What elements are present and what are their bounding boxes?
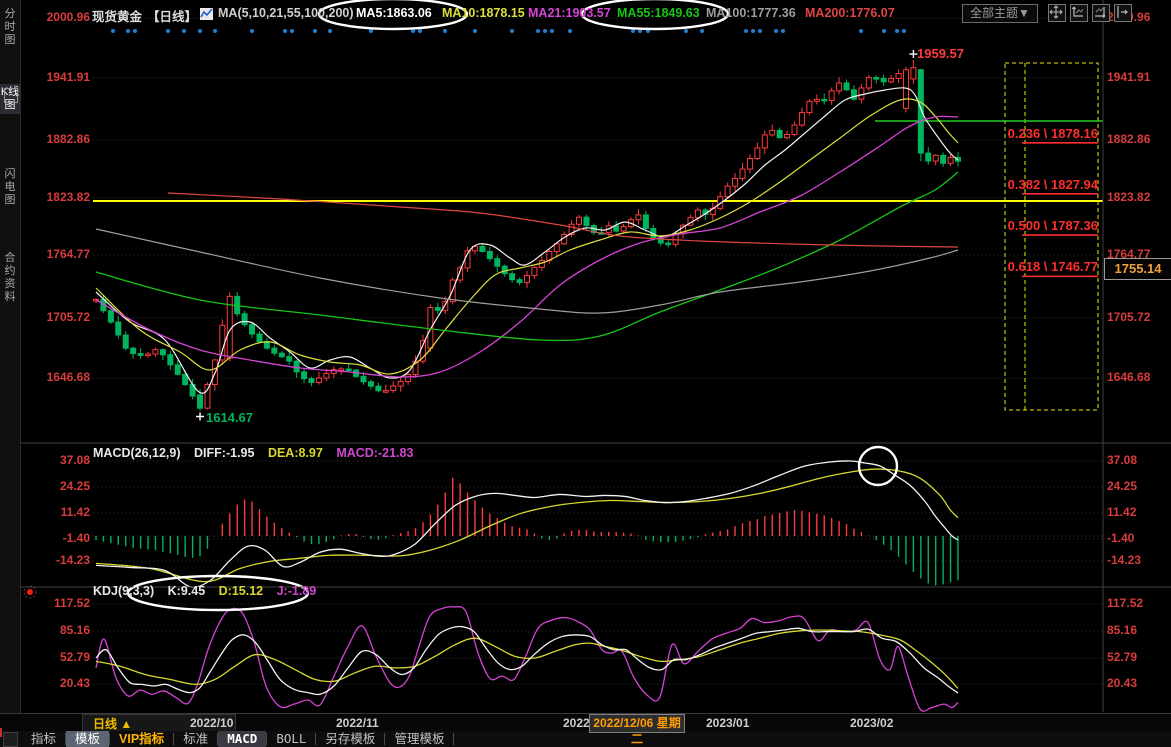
event-dot-icon (859, 29, 863, 33)
event-dot-icon (543, 29, 547, 33)
month-label: 2022/11 (336, 716, 379, 730)
chart-canvas[interactable] (0, 0, 1171, 713)
tab-templates[interactable]: 模板 (66, 731, 109, 747)
event-dot-icon (684, 29, 688, 33)
diff-line (96, 461, 958, 587)
event-dot-icon (550, 29, 554, 33)
fib-level-label: 0.500 \ 1787.36 (908, 218, 1098, 233)
period-tag: 【日线】 (147, 6, 197, 25)
axis-right-icon[interactable] (1092, 4, 1110, 22)
chart-header: 现货黄金 【日线】 MA(5,10,21,55,100,200) MA5:186… (0, 0, 1171, 28)
event-dot-icon (700, 29, 704, 33)
tab-boll[interactable]: BOLL (267, 731, 315, 747)
event-dot-icon (882, 29, 886, 33)
ma5-value: MA5:1863.06 (356, 6, 432, 20)
event-dot-icon (443, 29, 447, 33)
kdj-title: KDJ(9,3,3) (93, 584, 154, 598)
high-price-annotation: 1959.57 (917, 46, 964, 61)
event-dot-icon (758, 29, 762, 33)
scrollbar-fragment (0, 728, 2, 737)
indicator-tab-bar: 指标 模板 VIP指标 标准 MACD BOLL 另存模板 管理模板 (0, 731, 1171, 747)
candlestick-series (94, 60, 961, 410)
event-dot-icon (111, 29, 115, 33)
month-label: 2023/02 (850, 716, 893, 730)
event-dot-icon (774, 29, 778, 33)
event-dot-icon (133, 29, 137, 33)
sidebar-item-contract-info[interactable]: 合约资料 (0, 250, 20, 306)
symbol-name: 现货黄金 (92, 6, 142, 25)
tab-macd[interactable]: MACD (218, 731, 266, 747)
d-line (96, 630, 958, 688)
month-label: 2022/10 (190, 716, 233, 730)
tab-indicators[interactable]: 指标 (22, 731, 65, 747)
event-dot-icon (182, 29, 186, 33)
macd-title: MACD(26,12,9) (93, 446, 181, 460)
move-cross-icon[interactable] (1048, 4, 1066, 22)
ma100-value: MA100:1777.36 (706, 6, 796, 20)
xaxis-row: 日线 ▲ 2022/10 2022/11 2022/12 2023/01 202… (0, 713, 1171, 732)
crosshair-price-readout: 1755.14 (1104, 258, 1171, 280)
sidebar-item-lightning-chart[interactable]: 闪电图 (0, 166, 20, 209)
crosshair-date-readout: 2022/12/06 星期二 (589, 714, 685, 733)
sidebar: 分时图 K线图 闪电图 合约资料 (0, 0, 21, 713)
macd-pane-header: MACD(26,12,9) DIFF:-1.95 DEA:8.97 MACD:-… (93, 446, 423, 460)
event-dot-icon (744, 29, 748, 33)
chart-application: 分时图 K线图 闪电图 合约资料 现货黄金 【日线】 MA(5,10,21,55… (0, 0, 1171, 747)
event-dot-icon (198, 29, 202, 33)
event-dot-icon (568, 29, 572, 33)
ma10-value: MA10:1878.15 (442, 6, 525, 20)
event-dot-icon (510, 29, 514, 33)
theme-selector-button[interactable]: 全部主题▼ (962, 4, 1038, 23)
tab-save-template[interactable]: 另存模板 (316, 731, 384, 747)
kdj-k-value: K:9.45 (168, 584, 206, 598)
tab-vip-indicators[interactable]: VIP指标 (110, 731, 173, 747)
kdj-pane-header: KDJ(9,3,3) K:9.45 D:15.12 J:-1.89 (93, 584, 326, 598)
fib-level-label: 0.618 \ 1746.77 (908, 259, 1098, 274)
kline-letter-frame (4, 88, 18, 103)
event-dot-icon (418, 29, 422, 33)
fib-level-label: 0.382 \ 1827.94 (908, 177, 1098, 192)
kdj-j-value: J:-1.89 (277, 584, 317, 598)
pane-shift-icon[interactable] (1114, 4, 1132, 22)
kdj-d-value: D:15.12 (219, 584, 263, 598)
event-dot-icon (902, 29, 906, 33)
event-dot-icon (290, 29, 294, 33)
event-dot-icon (751, 29, 755, 33)
event-dot-icon (781, 29, 785, 33)
event-dot-icon (250, 29, 254, 33)
tab-manage-templates[interactable]: 管理模板 (385, 731, 453, 747)
event-dot-icon (166, 29, 170, 33)
ma200-value: MA200:1776.07 (805, 6, 895, 20)
month-label: 2023/01 (706, 716, 749, 730)
low-price-annotation: 1614.67 (206, 410, 253, 425)
tab-standard[interactable]: 标准 (174, 731, 217, 747)
axis-left-icon[interactable] (1070, 4, 1088, 22)
event-dot-icon (126, 29, 130, 33)
alert-dot-icon (27, 589, 33, 595)
event-dot-icon (283, 29, 287, 33)
scroll-left-button[interactable] (3, 732, 18, 747)
event-dot-icon (473, 29, 477, 33)
ma-params-label: MA(5,10,21,55,100,200) (218, 6, 354, 20)
event-dot-icon (536, 29, 540, 33)
line-chart-icon (200, 7, 214, 26)
ma21-value: MA21:1903.57 (528, 6, 611, 20)
event-dot-icon (313, 29, 317, 33)
event-dot-icon (328, 29, 332, 33)
ma55-value: MA55:1849.63 (617, 6, 700, 20)
macd-diff-value: DIFF:-1.95 (194, 446, 254, 460)
fib-level-label: 0.236 \ 1878.16 (908, 126, 1098, 141)
sidebar-item-timeline-chart[interactable]: 分时图 (0, 6, 20, 49)
macd-dea-value: DEA:8.97 (268, 446, 323, 460)
event-dot-icon (895, 29, 899, 33)
event-dot-icon (213, 29, 217, 33)
macd-value: MACD:-21.83 (336, 446, 413, 460)
